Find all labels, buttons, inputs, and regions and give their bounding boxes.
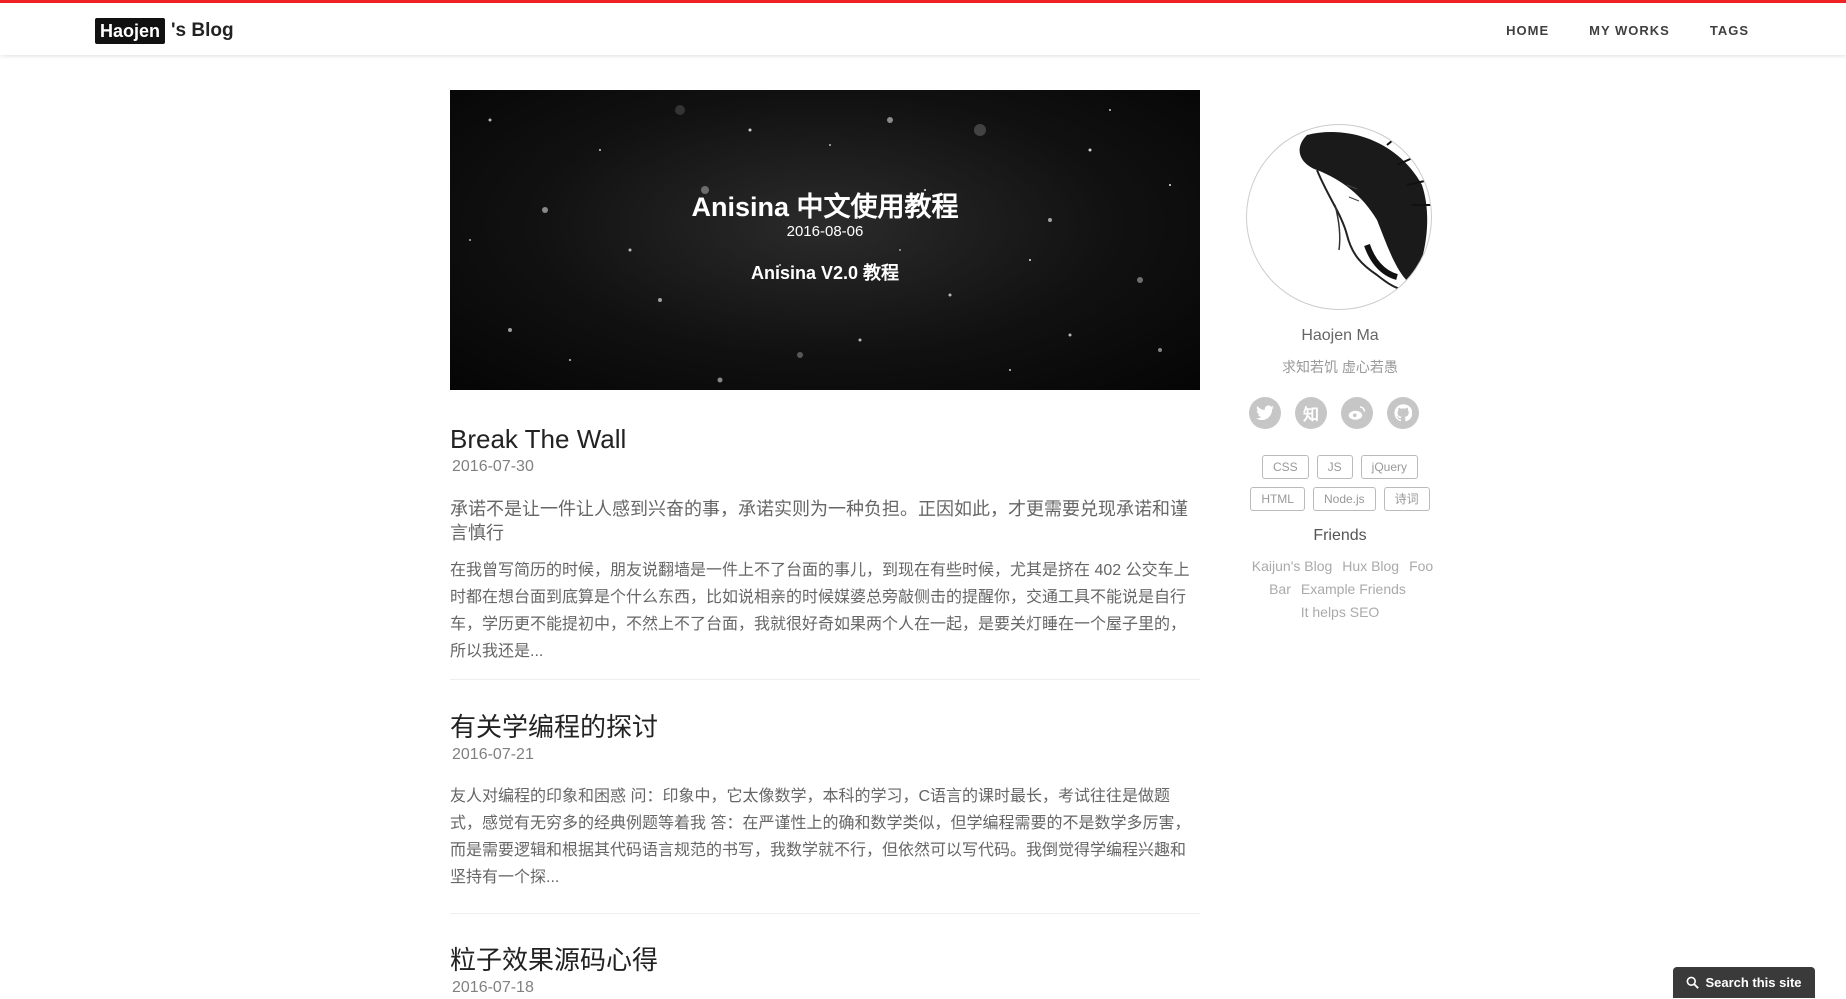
avatar-portrait-illustration xyxy=(1299,129,1431,291)
zhihu-link[interactable]: 知 xyxy=(1295,397,1327,429)
tag-nodejs[interactable]: Node.js xyxy=(1312,487,1376,511)
post-date: 2016-07-21 xyxy=(452,746,534,763)
post-preview: 有关学编程的探讨 2016-07-21 友人对编程的印象和困惑 问：印象中，它太… xyxy=(450,710,1200,891)
tag-jquery[interactable]: jQuery xyxy=(1360,455,1419,479)
brand-logo[interactable]: Haojen 's Blog xyxy=(95,18,234,44)
post-divider xyxy=(450,913,1200,914)
nav-my-works[interactable]: MY WORKS xyxy=(1589,23,1670,38)
main-nav: HOME MY WORKS TAGS xyxy=(1466,23,1749,38)
tag-html[interactable]: HTML xyxy=(1250,487,1305,511)
twitter-icon xyxy=(1256,405,1274,421)
github-link[interactable] xyxy=(1387,397,1419,429)
author-motto: 求知若饥 虚心若愚 xyxy=(1282,359,1398,375)
friends-heading: Friends xyxy=(1313,527,1367,544)
post-preview: Break The Wall 2016-07-30 承诺不是让一件让人感到兴奋的… xyxy=(450,422,1200,665)
search-site-button[interactable]: Search this site xyxy=(1673,967,1815,998)
github-icon xyxy=(1394,404,1412,422)
featured-post-card[interactable]: Anisina 中文使用教程 2016-08-06 Anisina V2.0 教… xyxy=(450,90,1200,390)
post-subtitle[interactable]: 承诺不是让一件让人感到兴奋的事，承诺实则为一种负担。正因如此，才更需要兑现承诺和… xyxy=(450,497,1200,545)
post-title[interactable]: 有关学编程的探讨 xyxy=(450,710,1200,744)
avatar xyxy=(1246,124,1432,310)
post-title[interactable]: Break The Wall xyxy=(450,422,1200,456)
friend-link[interactable]: Example Friends xyxy=(1301,581,1406,597)
hero-date: 2016-08-06 xyxy=(786,223,864,240)
nav-home[interactable]: HOME xyxy=(1506,23,1549,38)
post-excerpt[interactable]: 友人对编程的印象和困惑 问：印象中，它太像数学，本科的学习，C语言的课时最长，考… xyxy=(450,783,1200,891)
post-date: 2016-07-30 xyxy=(452,458,534,475)
top-navbar: Haojen 's Blog HOME MY WORKS TAGS xyxy=(0,0,1846,55)
tag-poetry[interactable]: 诗词 xyxy=(1383,487,1430,511)
search-icon xyxy=(1687,976,1700,989)
post-divider xyxy=(450,679,1200,680)
post-preview: 粒子效果源码心得 2016-07-18 xyxy=(450,943,1200,999)
weibo-link[interactable] xyxy=(1341,397,1373,429)
brand-logo-text: 's Blog xyxy=(171,20,234,41)
search-site-label: Search this site xyxy=(1705,975,1802,990)
post-date: 2016-07-18 xyxy=(452,979,534,996)
friend-link[interactable]: Hux Blog xyxy=(1342,558,1399,574)
hero-subtitle: Anisina V2.0 教程 xyxy=(750,263,900,283)
tag-css[interactable]: CSS xyxy=(1261,455,1309,479)
post-title[interactable]: 粒子效果源码心得 xyxy=(450,943,1200,977)
nav-tags[interactable]: TAGS xyxy=(1710,23,1749,38)
zhihu-icon: 知 xyxy=(1302,407,1319,424)
hero-title[interactable]: Anisina 中文使用教程 xyxy=(450,185,1200,224)
brand-logo-box: Haojen xyxy=(95,18,166,44)
friend-link[interactable]: Kaijun's Blog xyxy=(1252,558,1333,574)
twitter-link[interactable] xyxy=(1249,397,1281,429)
friend-link[interactable]: It helps SEO xyxy=(1301,604,1380,620)
author-name: Haojen Ma xyxy=(1301,327,1379,344)
social-links: 知 xyxy=(1249,397,1433,429)
weibo-icon xyxy=(1348,406,1366,420)
tag-cloud: CSS JS jQuery HTML Node.js 诗词 xyxy=(1240,455,1440,519)
post-excerpt[interactable]: 在我曾写简历的时候，朋友说翻墙是一件上不了台面的事儿，到现在有些时候，尤其是挤在… xyxy=(450,557,1200,665)
tag-js[interactable]: JS xyxy=(1316,455,1353,479)
friends-links: Kaijun's Blog Hux Blog Foo Bar Example Frie… xyxy=(1240,555,1440,624)
hero-particles-background xyxy=(469,105,1171,383)
